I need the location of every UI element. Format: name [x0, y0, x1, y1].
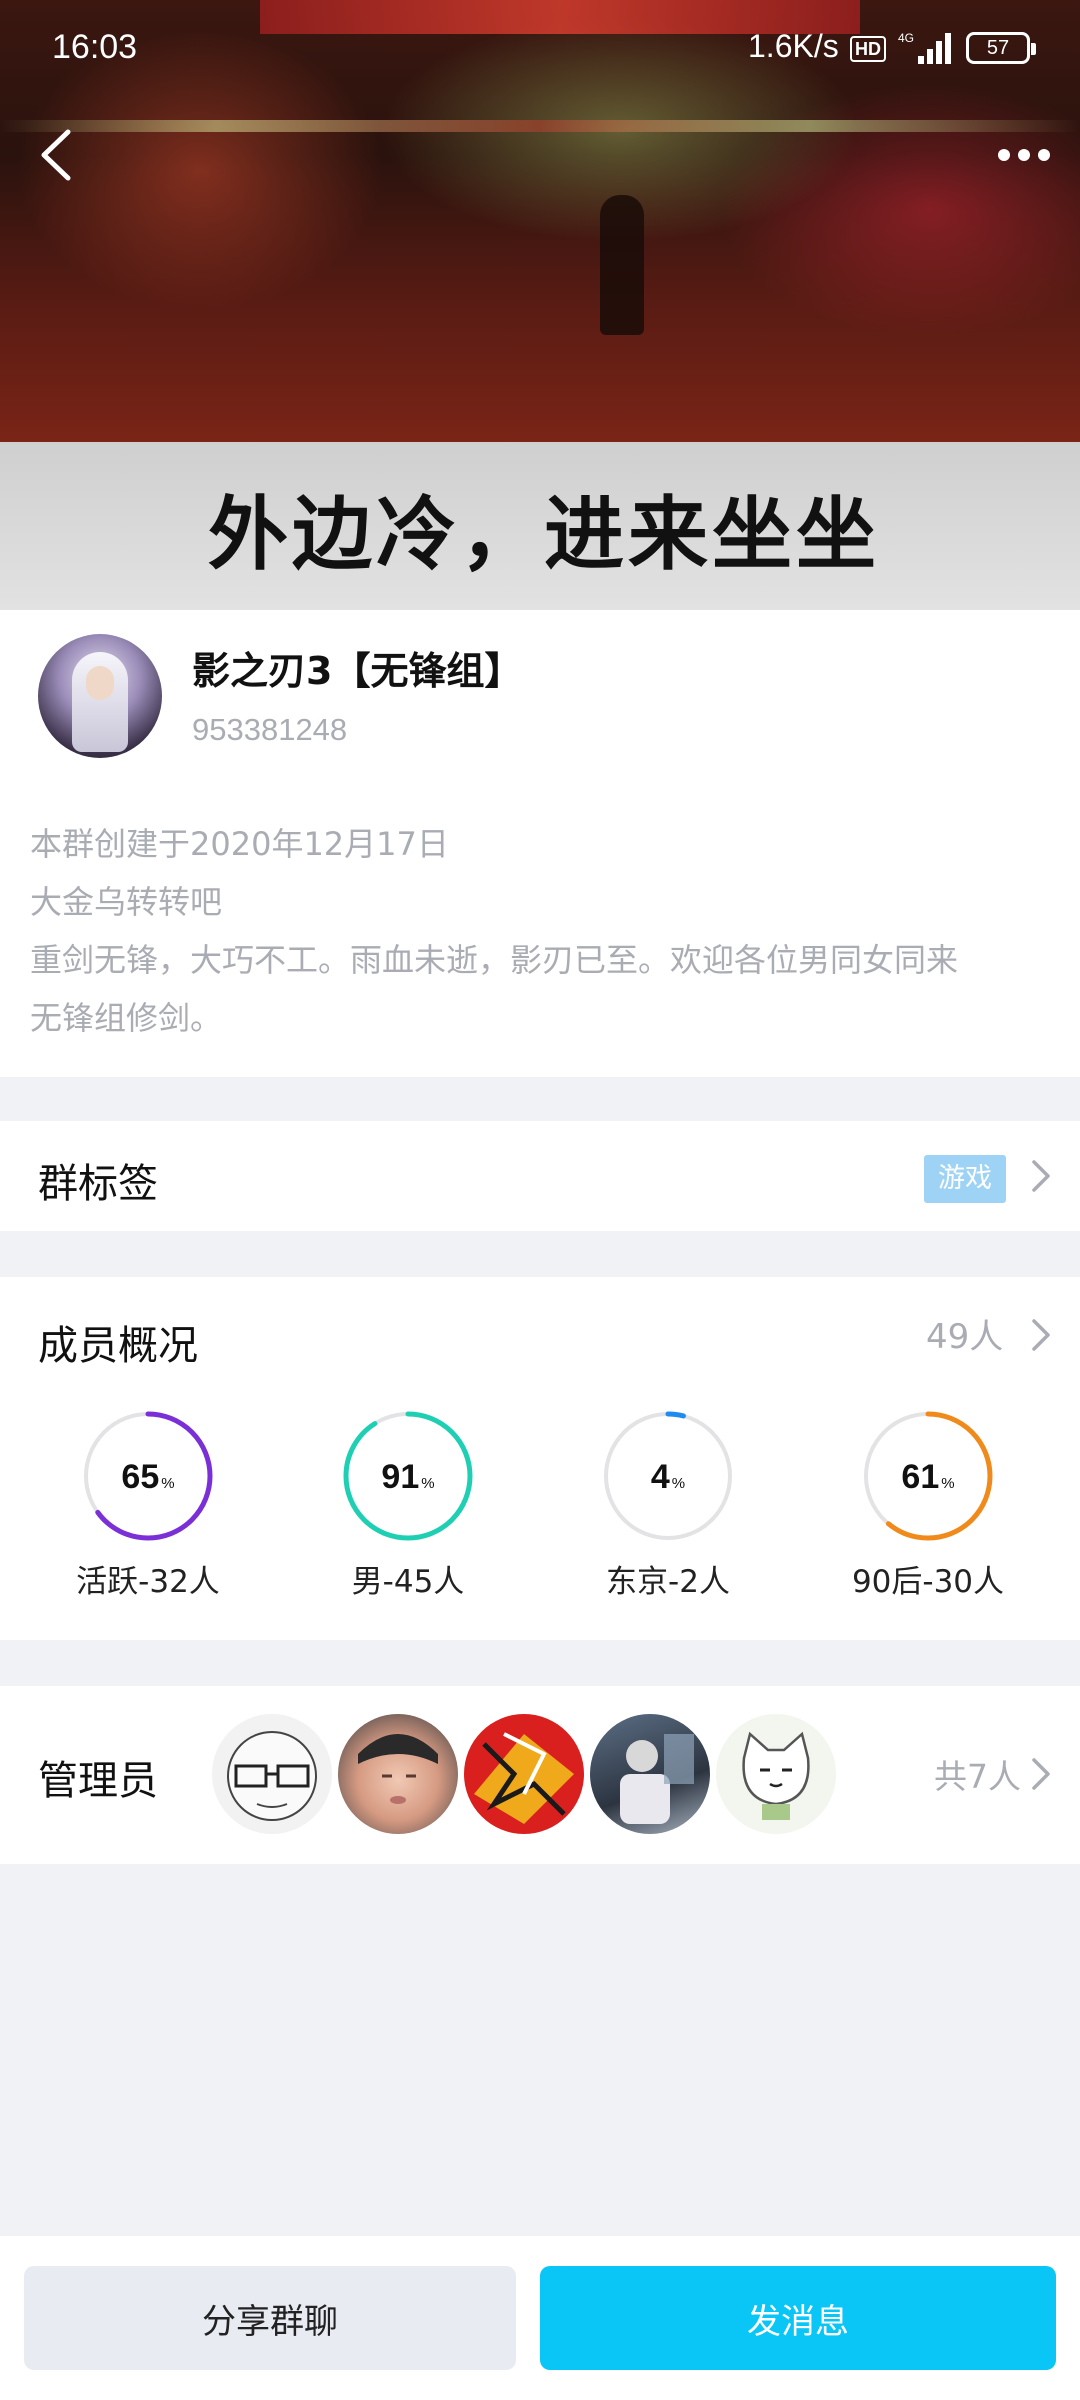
share-group-button[interactable]: 分享群聊 [24, 2266, 516, 2370]
chevron-right-icon [1032, 1319, 1050, 1351]
admin-avatar[interactable] [590, 1714, 710, 1834]
more-options-button[interactable] [990, 130, 1060, 180]
network-type: 4G [898, 31, 914, 45]
group-name: 影之刃3【无锋组】 [192, 649, 523, 693]
group-cover-banner: 外边冷，进来坐坐 16:03 1.6K/s HD 4G 57 [0, 0, 1080, 610]
photo-person-icon [620, 1734, 694, 1824]
admin-avatar[interactable] [716, 1714, 836, 1834]
cover-caption: 外边冷，进来坐坐 [208, 488, 880, 581]
tags-title: 群标签 [38, 1161, 158, 1207]
neon-structure [0, 120, 1080, 132]
stat-active: 65% 活跃-32人 [48, 1410, 248, 1600]
send-message-button[interactable]: 发消息 [540, 2266, 1056, 2370]
stat-value: 91% [381, 1458, 435, 1496]
group-info-card: 影之刃3【无锋组】 953381248 本群创建于2020年12月17日 大金乌… [0, 610, 1080, 1077]
signal-icon: 4G [898, 31, 951, 64]
glasses-face-icon [227, 1731, 317, 1821]
back-arrow-icon [41, 129, 71, 181]
tag-chip: 游戏 [924, 1155, 1006, 1203]
stat-value: 61% [901, 1458, 955, 1496]
stat-location: 4% 东京-2人 [568, 1410, 768, 1600]
status-bar: 16:03 1.6K/s HD 4G 57 [0, 0, 1080, 100]
stat-age: 61% 90后-30人 [828, 1410, 1028, 1600]
members-title: 成员概况 [38, 1323, 198, 1369]
admin-avatar[interactable] [464, 1714, 584, 1834]
chevron-right-icon [1032, 1160, 1050, 1192]
status-time: 16:03 [52, 28, 138, 66]
stat-value: 4% [650, 1458, 686, 1496]
cartoon-cat-icon [742, 1731, 810, 1820]
admins-total: 共7人 [934, 1757, 1021, 1796]
figure-silhouette [600, 195, 644, 335]
battery-icon: 57 [966, 32, 1036, 64]
stat-label: 男-45人 [351, 1564, 465, 1600]
admins-row[interactable]: 管理员 共7人 [0, 1686, 1080, 1864]
stat-label: 90后-30人 [851, 1564, 1005, 1600]
description-line: 无锋组修剑。 [30, 999, 223, 1037]
chevron-right-icon [1032, 1758, 1050, 1790]
admin-avatar[interactable] [338, 1714, 458, 1834]
members-overview-section[interactable]: 成员概况 49人 65% 活跃-32人 91% 男-45人 4% 东京-2人 6… [0, 1277, 1080, 1640]
description-line: 重剑无锋，大巧不工。雨血未逝，影刃已至。欢迎各位男同女同来 [30, 941, 959, 979]
group-id: 953381248 [192, 712, 348, 747]
admin-avatar[interactable] [212, 1714, 332, 1834]
bottom-action-bar: 分享群聊 发消息 [0, 2236, 1080, 2400]
more-dots-icon [998, 149, 1050, 161]
back-button[interactable] [30, 120, 90, 190]
stat-label: 东京-2人 [606, 1564, 730, 1600]
description-line: 大金乌转转吧 [30, 883, 223, 921]
network-speed: 1.6K/s [748, 28, 839, 64]
group-avatar[interactable] [38, 634, 162, 758]
baby-face-icon [358, 1734, 438, 1804]
stat-value: 65% [121, 1458, 175, 1496]
stat-male: 91% 男-45人 [308, 1410, 508, 1600]
red-pattern-icon [474, 1732, 574, 1824]
group-tags-row[interactable]: 群标签 游戏 [0, 1121, 1080, 1231]
admins-title: 管理员 [38, 1758, 158, 1804]
avatar-character-face [86, 666, 114, 700]
group-profile-page: 外边冷，进来坐坐 16:03 1.6K/s HD 4G 57 影之刃3【无锋组】… [0, 0, 1080, 2400]
members-count: 49人 [926, 1317, 1004, 1357]
description-line: 本群创建于2020年12月17日 [30, 825, 449, 863]
stat-label: 活跃-32人 [76, 1564, 220, 1600]
hd-badge: HD [850, 36, 886, 62]
group-description: 本群创建于2020年12月17日 大金乌转转吧 重剑无锋，大巧不工。雨血未逝，影… [30, 815, 1050, 1047]
